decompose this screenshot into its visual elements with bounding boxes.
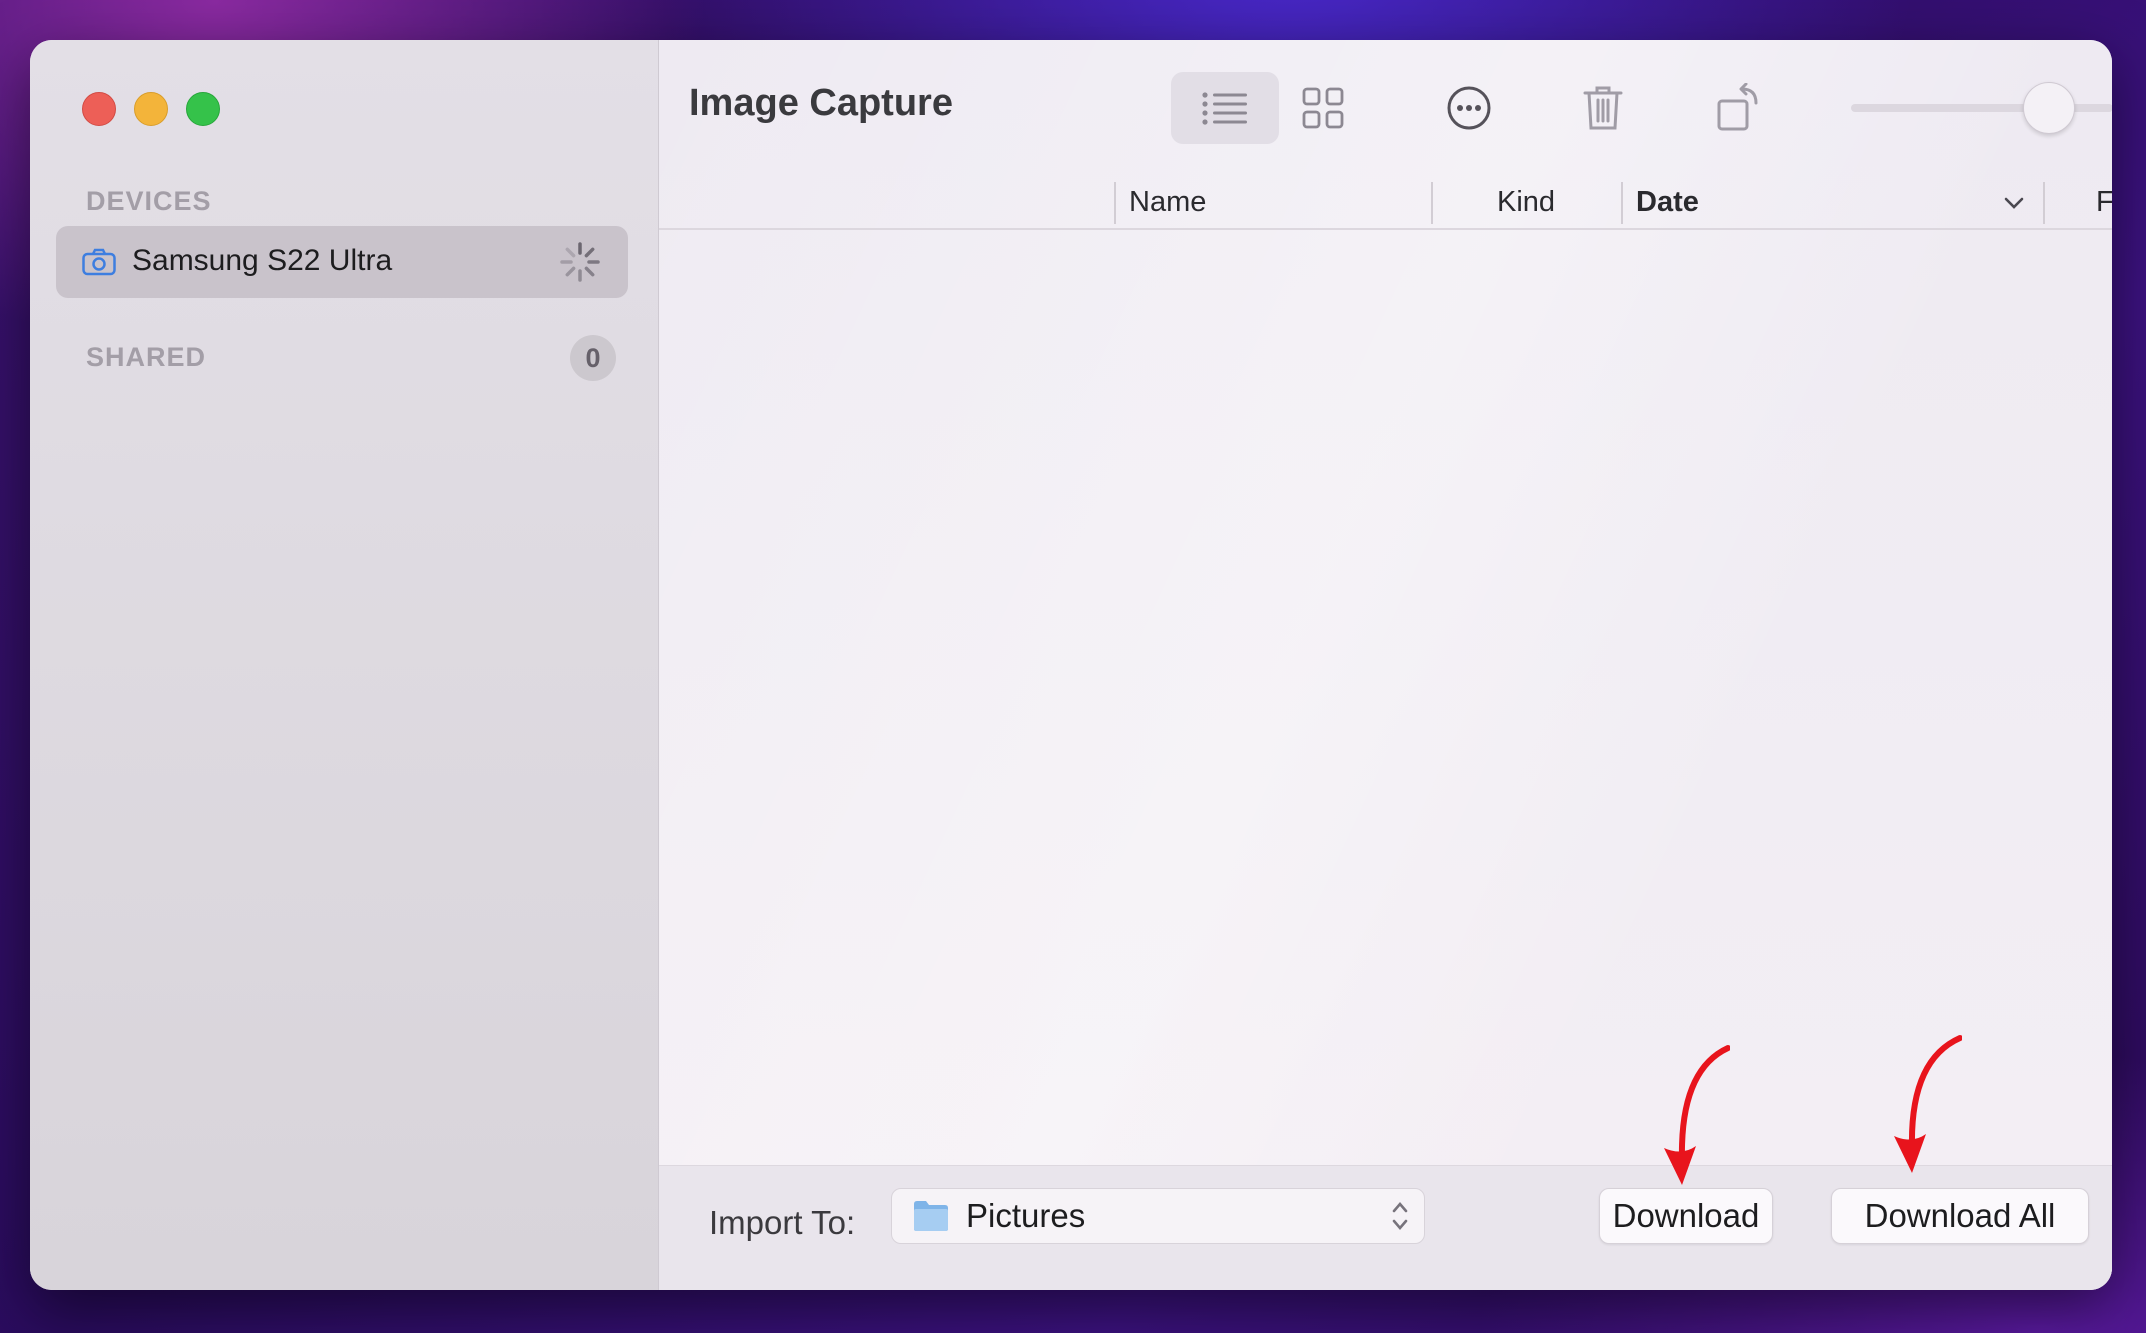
red-arrow-download-annotation (1664, 1045, 1730, 1185)
trash-icon (1583, 86, 1623, 130)
column-separator (1114, 182, 1116, 224)
import-destination-value: Pictures (966, 1197, 1086, 1234)
devices-section-label: DEVICES (86, 186, 212, 216)
zoom-window-button[interactable] (186, 92, 220, 126)
window-title: Image Capture (689, 82, 953, 124)
grid-view-icon (1302, 87, 1344, 129)
red-arrow-download-all-annotation (1894, 1035, 1962, 1173)
close-window-button[interactable] (82, 92, 116, 126)
column-separator (2043, 182, 2045, 224)
camera-icon (82, 248, 116, 276)
sidebar: DEVICES Samsung S22 Ultra SHARED 0 (30, 40, 659, 1290)
loading-spinner-icon (560, 242, 600, 282)
column-header: Name Kind Date File (659, 168, 2112, 230)
shared-section-label: SHARED (86, 342, 207, 372)
zoom-slider-knob[interactable] (2022, 82, 2075, 134)
download-button[interactable]: Download (1599, 1188, 1773, 1244)
grid-view-button[interactable] (1287, 72, 1359, 144)
chevron-down-icon[interactable] (2003, 196, 2025, 210)
column-separator (1621, 182, 1623, 224)
download-all-button[interactable]: Download All (1831, 1188, 2089, 1244)
list-view-icon (1202, 92, 1247, 125)
image-capture-window: DEVICES Samsung S22 Ultra SHARED 0 Image… (30, 40, 2112, 1290)
more-options-icon (1447, 86, 1491, 130)
shared-count-badge: 0 (570, 335, 616, 381)
device-name: Samsung S22 Ultra (132, 244, 393, 277)
import-to-label: Import To: (709, 1204, 856, 1241)
rotate-icon (1717, 83, 1758, 131)
column-date[interactable]: Date (1636, 186, 1699, 219)
sidebar-item-samsung-s22-ultra[interactable]: Samsung S22 Ultra (56, 226, 628, 298)
bottom-bar: Import To: Pictures Download Download Al… (659, 1165, 2112, 1290)
rotate-button[interactable] (1703, 72, 1775, 144)
up-down-chevron-icon (1392, 1202, 1408, 1230)
column-kind[interactable]: Kind (1497, 186, 1555, 219)
import-destination-select[interactable]: Pictures (891, 1188, 1425, 1244)
column-name[interactable]: Name (1129, 186, 1206, 219)
more-options-button[interactable] (1433, 72, 1505, 144)
folder-icon (914, 1201, 948, 1231)
column-file[interactable]: File (2096, 186, 2112, 219)
list-view-button[interactable] (1171, 72, 1279, 144)
column-separator (1431, 182, 1433, 224)
minimize-window-button[interactable] (134, 92, 168, 126)
delete-button[interactable] (1567, 72, 1639, 144)
